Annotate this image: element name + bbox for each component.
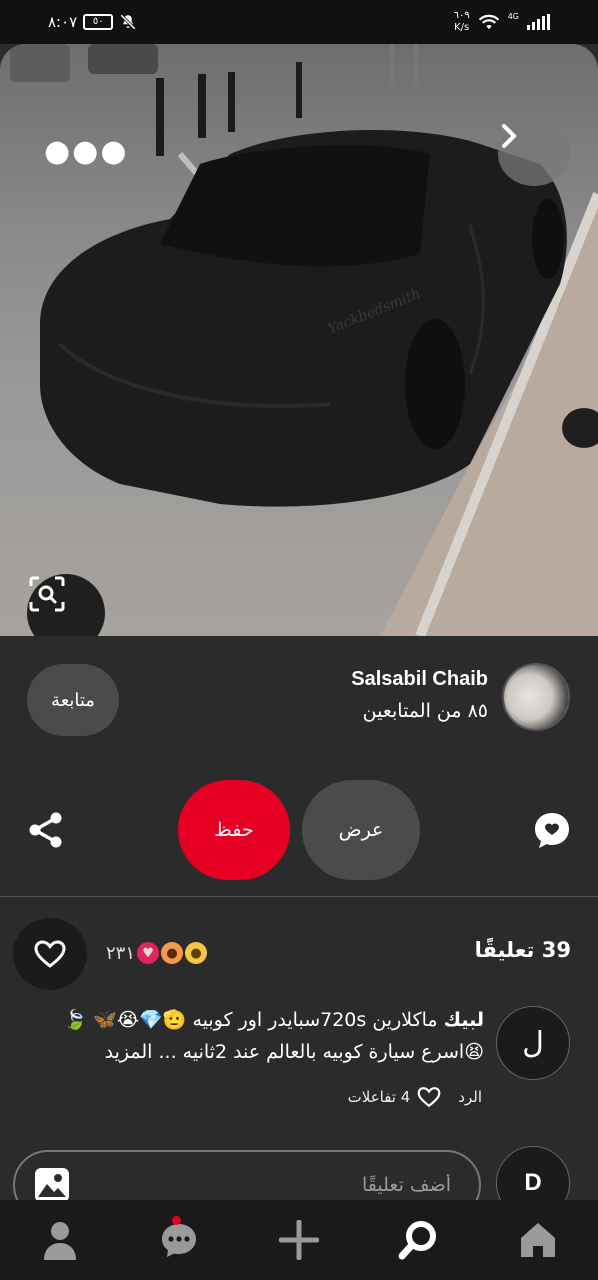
speed-unit: K/s [454,22,470,33]
nav-messages[interactable] [144,1205,214,1275]
heart-outline-icon [417,1087,441,1108]
comment-author[interactable]: لبيك [444,1009,484,1031]
network-speed: ٦٠٩ K/s [454,10,470,34]
reply-button[interactable]: الرد [458,1088,482,1106]
reaction-count: ٢٣١ [106,942,136,964]
search-icon [398,1221,436,1260]
like-button[interactable] [13,918,87,990]
battery-icon: ٥٠ [83,14,114,30]
status-right: ٦٠٩ K/s 4G [454,10,550,34]
share-icon[interactable] [26,810,66,850]
signal-icon [527,14,550,30]
status-bar: ٨:٠٧ ٥٠ ٦٠٩ K/s 4G [0,0,598,44]
user-avatar[interactable] [502,663,570,731]
wifi-icon [478,14,499,30]
profile-icon [43,1222,76,1260]
heart-icon [34,940,66,968]
more-options-button[interactable]: ●●● [44,137,127,167]
chevron-right-icon [502,124,517,148]
reaction-count-label: 4 تفاعلات [347,1088,411,1106]
reaction-summary[interactable]: ٢٣١ ♥ ● ● [106,938,208,968]
divider [0,896,598,897]
home-icon [521,1223,556,1257]
battery-level: ٥٠ [92,16,104,27]
save-button[interactable]: حفظ [178,780,290,880]
nav-search[interactable] [384,1205,454,1275]
mute-icon [120,14,137,30]
follow-button[interactable]: متابعة [27,664,119,736]
image-icon[interactable] [33,1166,71,1204]
heart-reaction-icon: ♥ [137,942,160,964]
comment-reactions[interactable]: 4 تفاعلات [348,1086,443,1108]
view-button[interactable]: عرض [302,780,420,880]
clock: ٨:٠٧ [48,13,78,31]
next-button[interactable] [498,122,570,186]
nav-create[interactable] [264,1205,334,1275]
surprised-reaction-icon: ● [161,942,184,964]
status-left: ٨:٠٧ ٥٠ [48,13,137,31]
messages-icon [162,1224,197,1257]
comment-meta: الرد 4 تفاعلات [348,1086,482,1108]
speed-value: ٦٠٩ [453,10,470,21]
network-type: 4G [507,12,519,21]
visual-search-icon [29,576,65,612]
actions-row: حفظ عرض [0,780,598,880]
comments-count: 39 تعليقًا [474,938,571,962]
nav-profile[interactable] [25,1205,95,1275]
follower-count: ٨٥ من المتابعين [362,700,488,722]
comment-icon[interactable] [532,810,572,850]
comment-avatar[interactable]: ل [496,1006,570,1080]
user-name[interactable]: Salsabil Chaib [351,668,488,691]
profile-row: متابعة Salsabil Chaib ٨٥ من المتابعين [0,636,598,756]
comment-content: ماكلارين 720sسبايدر اور كوبيه 🫡💎😭🦋 🍃😫اسر… [63,1009,484,1063]
bottom-nav [0,1200,598,1280]
pin-image[interactable]: Yackbedsmith ●●● [0,44,598,636]
add-icon [278,1220,319,1260]
nav-home[interactable] [503,1205,573,1275]
idea-reaction-icon: ● [185,942,208,964]
comment-text: لبيك ماكلارين 720sسبايدر اور كوبيه 🫡💎😭🦋 … [46,1004,484,1068]
